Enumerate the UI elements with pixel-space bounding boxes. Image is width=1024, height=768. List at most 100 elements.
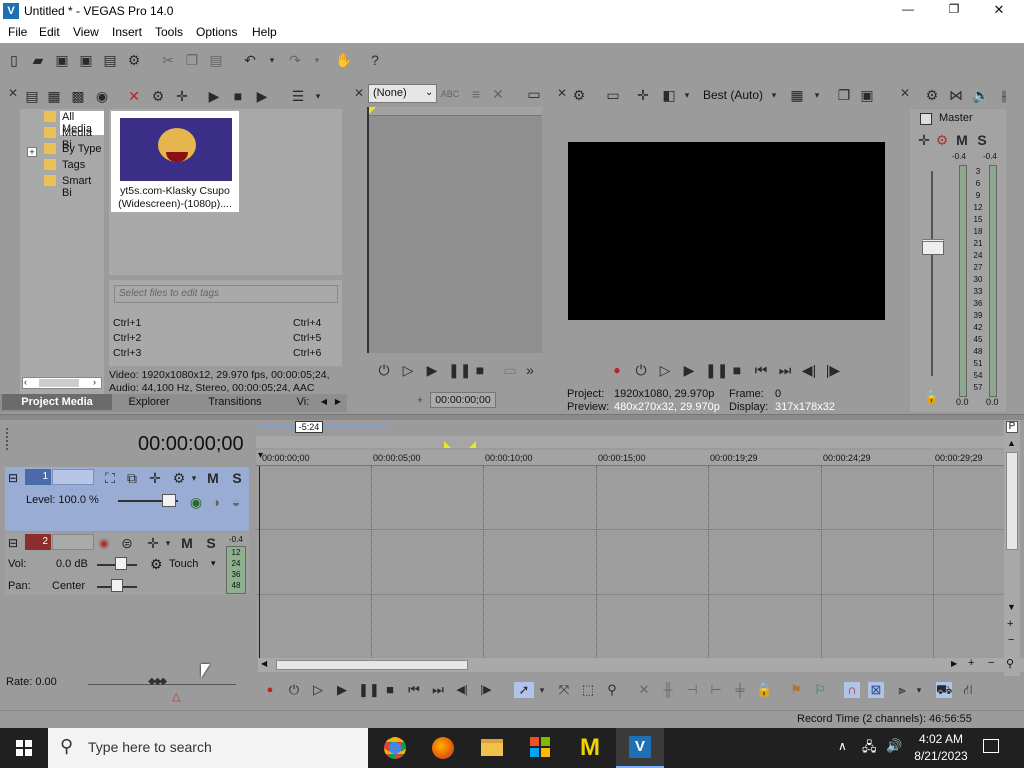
track-name-input[interactable] bbox=[52, 534, 94, 550]
import-media-icon[interactable]: ▤ bbox=[24, 88, 40, 104]
mixer-settings-gear-icon[interactable]: ⚙ bbox=[924, 87, 940, 103]
audio-fx-icon[interactable]: ✛ bbox=[145, 535, 161, 551]
master-fx-icon[interactable]: ✛ bbox=[916, 132, 932, 148]
tree-item-by-type[interactable]: By Type bbox=[62, 143, 102, 155]
auto-preview-icon[interactable]: ▶ bbox=[254, 88, 270, 104]
zoom-tool-icon[interactable]: ⚲ bbox=[1006, 657, 1014, 670]
envelope-tool-icon[interactable]: ⤧ bbox=[556, 682, 572, 698]
selection-tool-icon[interactable]: ⬚ bbox=[580, 682, 596, 698]
lock-envelopes-icon[interactable]: ⛟ bbox=[936, 682, 952, 698]
panel-close-icon[interactable]: ✕ bbox=[354, 86, 364, 100]
shortcut-key[interactable]: Ctrl+3 bbox=[113, 347, 141, 359]
composite-mode-icon[interactable]: ◉ bbox=[188, 494, 204, 510]
previous-frame-icon[interactable]: ◀| bbox=[801, 362, 817, 378]
copy-snapshot-icon[interactable]: ❐ bbox=[836, 87, 852, 103]
menu-options[interactable]: Options bbox=[196, 25, 237, 39]
close-button[interactable]: ✕ bbox=[987, 2, 1011, 18]
collapse-track-icon[interactable]: ⊟ bbox=[8, 536, 18, 550]
tab-scroll-left-icon[interactable]: ◀ bbox=[318, 394, 330, 410]
delete-icon[interactable]: ✕ bbox=[126, 88, 142, 104]
snapping-icon[interactable]: ∩ bbox=[844, 682, 860, 698]
chrome-icon[interactable] bbox=[384, 737, 406, 759]
microsoft-store-icon[interactable] bbox=[530, 737, 550, 757]
shortcut-key[interactable]: Ctrl+1 bbox=[113, 317, 141, 329]
panel-close-icon[interactable]: ✕ bbox=[557, 86, 567, 100]
level-slider-handle[interactable] bbox=[162, 494, 176, 507]
auto-ripple-mode-icon[interactable]: ⫸ bbox=[894, 682, 910, 698]
trimmer-select[interactable]: (None) ⌄ bbox=[368, 84, 437, 103]
more-controls-icon[interactable]: » bbox=[522, 362, 538, 378]
volume-icon[interactable]: 🔊 bbox=[886, 738, 902, 754]
zoom-out-vertical-icon[interactable]: − bbox=[1008, 634, 1014, 646]
preview-quality-select[interactable]: Best (Auto) bbox=[703, 88, 763, 102]
invert-phase-icon[interactable]: ⊜ bbox=[119, 535, 135, 551]
tags-input[interactable]: Select files to edit tags bbox=[114, 285, 338, 303]
record-icon[interactable]: ● bbox=[609, 362, 625, 378]
views-icon[interactable]: ☰ bbox=[290, 88, 306, 104]
stop-icon[interactable]: ■ bbox=[230, 88, 246, 104]
play-icon[interactable]: ▶ bbox=[206, 88, 222, 104]
pan-crop-icon[interactable]: ⧉ bbox=[124, 470, 140, 486]
pause-icon[interactable]: ❚❚ bbox=[358, 682, 380, 698]
arm-record-icon[interactable]: ◉ bbox=[96, 535, 112, 551]
tree-horizontal-scrollbar[interactable]: ‹ › bbox=[22, 377, 102, 389]
preview-settings-gear-icon[interactable]: ⚙ bbox=[571, 87, 587, 103]
panel-close-icon[interactable]: ✕ bbox=[8, 86, 18, 100]
notifications-icon[interactable] bbox=[983, 739, 999, 753]
play-from-start-icon[interactable]: ▷ bbox=[400, 362, 416, 378]
maximize-button[interactable]: ❐ bbox=[942, 2, 966, 16]
master-fx-gear-icon[interactable]: ⚙ bbox=[934, 132, 950, 148]
composite-icon[interactable]: ✛ bbox=[147, 470, 163, 486]
lock-icon[interactable]: 🔒 bbox=[924, 390, 939, 404]
tree-item-smart-bins[interactable]: Smart Bi bbox=[62, 175, 104, 199]
time-ruler[interactable]: ▾ 00:00:00;00 00:00:05;00 00:00:10;00 00… bbox=[256, 450, 1004, 466]
audio-fx-dropdown-icon[interactable]: ▾ bbox=[163, 535, 173, 551]
tab-project-media[interactable]: Project Media bbox=[2, 394, 112, 410]
scroll-right-icon[interactable]: ▶ bbox=[951, 659, 957, 668]
dim-output-icon[interactable]: 🔈 bbox=[972, 87, 989, 103]
save-icon[interactable]: ▣ bbox=[54, 52, 70, 68]
menu-view[interactable]: View bbox=[73, 25, 99, 39]
scroll-thumb[interactable] bbox=[39, 379, 79, 387]
trim-start-icon[interactable]: ⊣ bbox=[684, 682, 700, 698]
paste-icon[interactable]: ▤ bbox=[208, 52, 224, 68]
go-to-start-icon[interactable]: ⏮ bbox=[753, 362, 769, 378]
master-fader-handle[interactable] bbox=[922, 239, 944, 255]
rate-slider-handle[interactable]: ◆◆◆ bbox=[148, 676, 176, 688]
tab-scroll-right-icon[interactable]: ▶ bbox=[332, 394, 344, 410]
views-dropdown-icon[interactable]: ▾ bbox=[312, 88, 324, 104]
go-to-end-icon[interactable]: ⏭ bbox=[430, 682, 446, 698]
panel-close-icon[interactable]: ✕ bbox=[900, 86, 910, 100]
save-as-icon[interactable]: ▣ bbox=[78, 52, 94, 68]
loop-end-marker-icon[interactable] bbox=[469, 441, 476, 448]
ignore-grouping-icon[interactable]: ⛙ bbox=[960, 682, 976, 698]
play-from-start-icon[interactable]: ▷ bbox=[657, 362, 673, 378]
save-snapshot-icon[interactable]: ▣ bbox=[859, 87, 875, 103]
menu-tools[interactable]: Tools bbox=[155, 25, 183, 39]
open-folder-icon[interactable]: ▰ bbox=[30, 52, 46, 68]
split-icon[interactable]: ╪ bbox=[732, 682, 748, 698]
scroll-thumb[interactable] bbox=[1006, 452, 1018, 550]
play-icon[interactable]: ▶ bbox=[424, 362, 440, 378]
firefox-icon[interactable] bbox=[432, 737, 454, 759]
drag-grip[interactable] bbox=[6, 428, 10, 450]
master-solo-button[interactable]: S bbox=[975, 132, 989, 148]
mute-button[interactable]: M bbox=[180, 535, 194, 551]
tab-video-fx[interactable]: Vi: bbox=[290, 394, 316, 410]
insert-region-icon[interactable]: ⚐ bbox=[812, 682, 828, 698]
taskbar-date[interactable]: 8/21/2023 bbox=[909, 749, 973, 763]
go-to-start-icon[interactable]: ⏮ bbox=[406, 682, 422, 698]
network-icon[interactable]: 🖧 bbox=[862, 738, 877, 760]
track-audio-2[interactable]: ⊟ 2 ◉ ⊜ ✛ ▾ M S -0.4 Vol: 0.0 dB ⚙ Touch… bbox=[5, 533, 249, 595]
scroll-thumb[interactable] bbox=[276, 660, 468, 670]
clear-icon[interactable]: ✕ bbox=[490, 86, 506, 102]
scroll-left-icon[interactable]: ◀ bbox=[261, 659, 267, 668]
remove-media-icon[interactable]: ▩ bbox=[70, 88, 86, 104]
menu-insert[interactable]: Insert bbox=[112, 25, 142, 39]
undo-icon[interactable]: ↶ bbox=[242, 52, 258, 68]
new-file-icon[interactable]: ▯ bbox=[6, 52, 22, 68]
shortcut-key[interactable]: Ctrl+2 bbox=[113, 332, 141, 344]
menu-edit[interactable]: Edit bbox=[39, 25, 60, 39]
taskbar-search-box[interactable]: ⚲ Type here to search bbox=[48, 728, 368, 768]
delete-icon[interactable]: ✕ bbox=[636, 682, 652, 698]
